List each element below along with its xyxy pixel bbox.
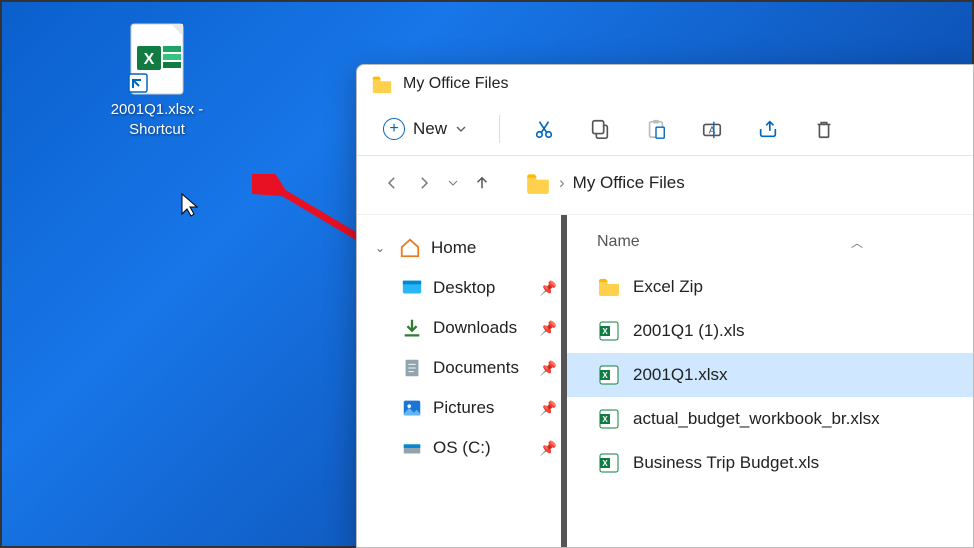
file-row[interactable]: X Business Trip Budget.xls xyxy=(567,441,973,485)
file-row[interactable]: X actual_budget_workbook_br.xlsx xyxy=(567,397,973,441)
pin-icon: 📌 xyxy=(540,440,557,457)
file-row-selected[interactable]: X 2001Q1.xlsx xyxy=(567,353,973,397)
svg-text:X: X xyxy=(602,415,608,424)
file-label: 2001Q1.xlsx xyxy=(633,365,728,385)
file-label: Business Trip Budget.xls xyxy=(633,453,819,473)
file-row-folder[interactable]: Excel Zip xyxy=(567,265,973,309)
sidebar-documents[interactable]: Documents 📌 xyxy=(375,353,567,383)
file-list: Name ︿ Excel Zip X 2001Q1 (1).xls X 2001… xyxy=(567,215,973,547)
sidebar-item-label: Pictures xyxy=(433,398,494,418)
excel-icon: X xyxy=(597,451,621,475)
rename-button[interactable]: A xyxy=(700,117,724,141)
cut-button[interactable] xyxy=(532,117,556,141)
sidebar-pictures[interactable]: Pictures 📌 xyxy=(375,393,567,423)
desktop-shortcut-label: 2001Q1.xlsx - Shortcut xyxy=(102,100,212,139)
toolbar: + New A xyxy=(357,103,973,156)
nav-row: › My Office Files xyxy=(357,156,973,215)
folder-icon xyxy=(371,73,393,95)
file-label: 2001Q1 (1).xls xyxy=(633,321,745,341)
copy-button[interactable] xyxy=(588,117,612,141)
column-header-label: Name xyxy=(597,233,640,251)
mouse-cursor-icon xyxy=(180,192,200,218)
sidebar-item-label: Home xyxy=(431,238,476,258)
svg-text:A: A xyxy=(709,126,716,137)
pin-icon: 📌 xyxy=(540,360,557,377)
sidebar-item-label: Desktop xyxy=(433,278,495,298)
sidebar-desktop[interactable]: Desktop 📌 xyxy=(375,273,567,303)
breadcrumb[interactable]: › My Office Files xyxy=(525,170,685,196)
sort-indicator-icon: ︿ xyxy=(851,234,863,251)
share-button[interactable] xyxy=(756,117,780,141)
svg-text:X: X xyxy=(602,327,608,336)
pictures-icon xyxy=(401,397,423,419)
drive-icon xyxy=(401,437,423,459)
svg-text:X: X xyxy=(602,459,608,468)
folder-icon xyxy=(597,275,621,299)
documents-icon xyxy=(401,357,423,379)
sidebar-item-label: Documents xyxy=(433,358,519,378)
excel-file-icon: X xyxy=(125,22,189,96)
sidebar-downloads[interactable]: Downloads 📌 xyxy=(375,313,567,343)
nav-sidebar: ⌄ Home Desktop 📌 Downloads 📌 Documents xyxy=(357,215,567,547)
chevron-down-icon xyxy=(455,123,467,135)
breadcrumb-sep: › xyxy=(559,173,565,193)
home-icon xyxy=(399,237,421,259)
excel-icon: X xyxy=(597,407,621,431)
sidebar-item-label: OS (C:) xyxy=(433,438,491,458)
excel-icon: X xyxy=(597,363,621,387)
desktop-icon xyxy=(401,277,423,299)
paste-button[interactable] xyxy=(644,117,668,141)
new-button-label: New xyxy=(413,119,447,139)
delete-button[interactable] xyxy=(812,117,836,141)
up-button[interactable] xyxy=(473,174,491,192)
sidebar-home[interactable]: ⌄ Home xyxy=(375,233,567,263)
recent-dropdown[interactable] xyxy=(447,174,459,192)
file-label: Excel Zip xyxy=(633,277,703,297)
downloads-icon xyxy=(401,317,423,339)
column-header-name[interactable]: Name ︿ xyxy=(567,227,973,265)
window-titlebar[interactable]: My Office Files xyxy=(357,65,973,103)
window-title: My Office Files xyxy=(403,75,509,93)
file-explorer-window: My Office Files + New A › My Of xyxy=(356,64,974,548)
new-button[interactable]: + New xyxy=(383,118,467,140)
file-row[interactable]: X 2001Q1 (1).xls xyxy=(567,309,973,353)
svg-text:X: X xyxy=(144,51,155,68)
back-button[interactable] xyxy=(383,174,401,192)
pin-icon: 📌 xyxy=(540,400,557,417)
sidebar-os-c[interactable]: OS (C:) 📌 xyxy=(375,433,567,463)
excel-icon: X xyxy=(597,319,621,343)
forward-button[interactable] xyxy=(415,174,433,192)
breadcrumb-label: My Office Files xyxy=(573,173,685,193)
pin-icon: 📌 xyxy=(540,320,557,337)
file-label: actual_budget_workbook_br.xlsx xyxy=(633,409,880,429)
pin-icon: 📌 xyxy=(540,280,557,297)
chevron-down-icon: ⌄ xyxy=(375,241,389,255)
svg-text:X: X xyxy=(602,371,608,380)
desktop-shortcut-2001q1[interactable]: X 2001Q1.xlsx - Shortcut xyxy=(102,22,212,139)
plus-circle-icon: + xyxy=(383,118,405,140)
sidebar-item-label: Downloads xyxy=(433,318,517,338)
folder-icon xyxy=(525,170,551,196)
